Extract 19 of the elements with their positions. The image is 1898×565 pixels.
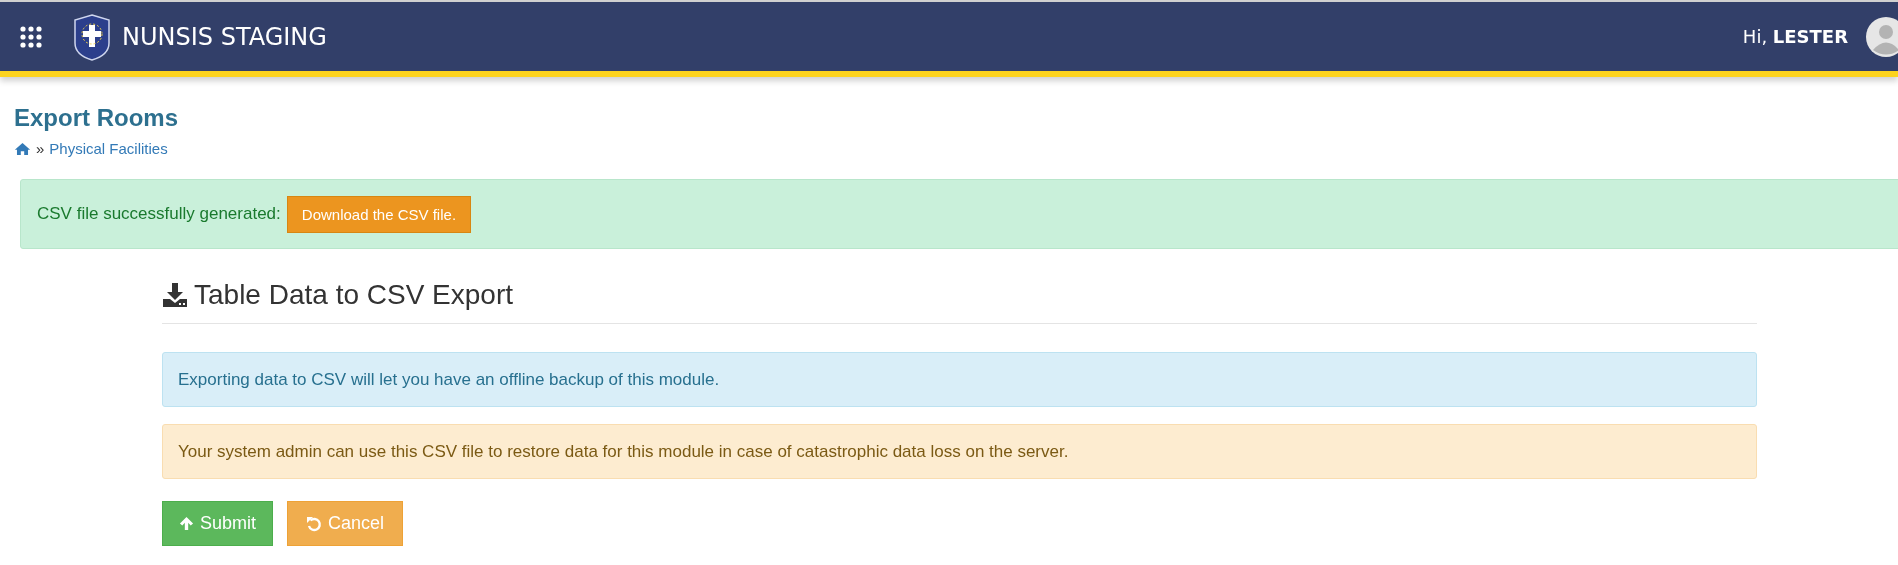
alert-message: Your system admin can use this CSV file to restore data for this module in case of catastrophic data loss on the server. <box>162 424 1757 479</box>
apps-grid-icon[interactable] <box>20 25 42 48</box>
undo-icon <box>306 515 323 532</box>
download-icon <box>162 282 188 308</box>
shield-logo-icon <box>72 12 112 61</box>
app-title: NUNSIS STAGING <box>122 22 327 51</box>
breadcrumb-link[interactable]: Physical Facilities <box>49 140 168 157</box>
download-button[interactable]: Download the CSV file. <box>286 195 472 233</box>
user-greeting: Hi, LESTER <box>1742 26 1848 47</box>
alert-message: Exporting data to CSV will let you have an offline backup of this module. <box>162 352 1757 407</box>
cancel-button[interactable]: Cancel <box>287 501 404 546</box>
user-avatar-icon[interactable] <box>1866 16 1898 57</box>
section-heading: Table Data to CSV Export <box>194 279 514 311</box>
submit-button[interactable]: Submit <box>162 501 274 546</box>
success-message: CSV file successfully generated: <box>37 204 281 224</box>
page-title: Export Rooms <box>14 104 179 132</box>
home-icon[interactable] <box>14 141 31 156</box>
breadcrumb-separator: » <box>36 140 45 157</box>
arrow-up-icon <box>179 516 194 531</box>
